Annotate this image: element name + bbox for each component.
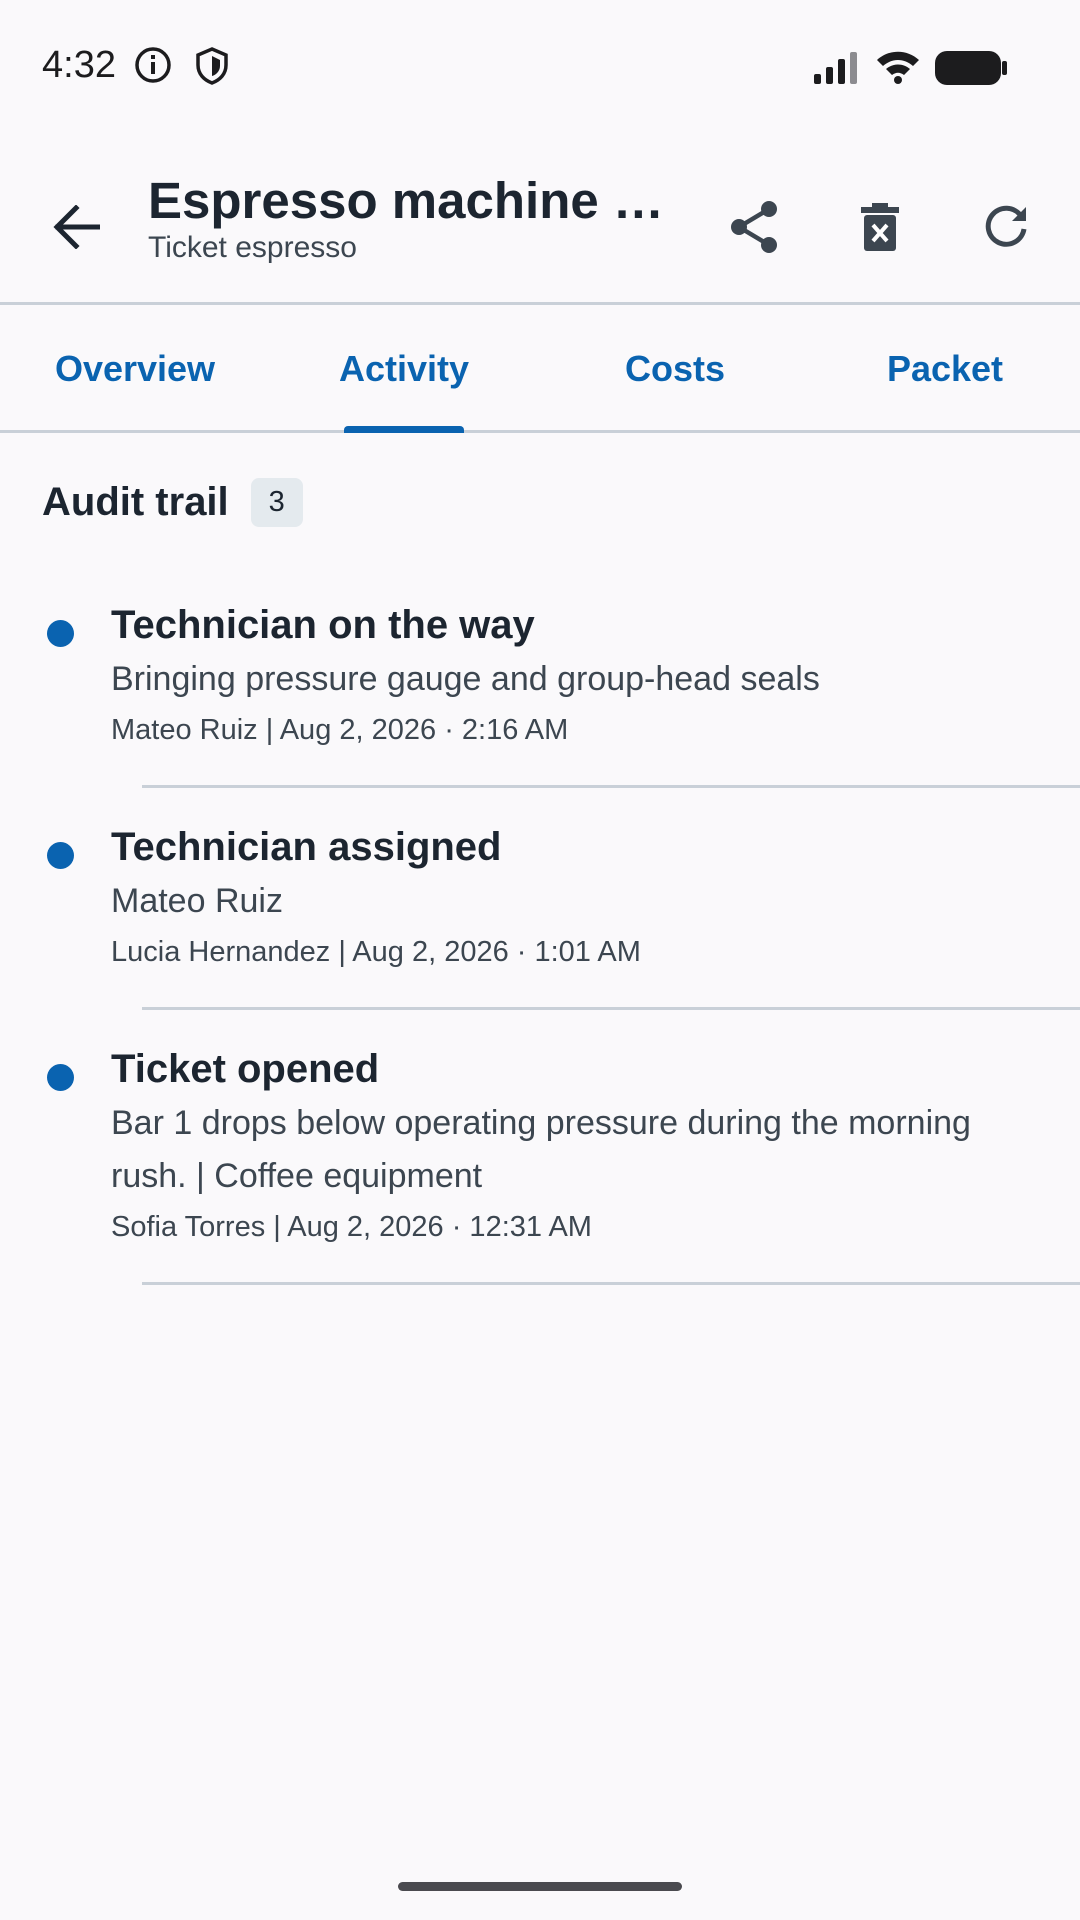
timeline-item-body: Bar 1 drops below operating pressure dur… [111, 1104, 971, 1195]
timeline-item-meta: Mateo Ruiz | Aug 2, 2026 · 2:16 AM [111, 714, 569, 746]
tab-label: Costs [624, 348, 726, 389]
tab-selected-indicator [344, 426, 464, 433]
timeline-item[interactable]: Technician on the way Bringing pressure … [0, 580, 1080, 802]
tab-activity[interactable]: Activity [339, 308, 469, 433]
refresh-button[interactable] [966, 187, 1046, 267]
tab-packet[interactable]: Packet [880, 308, 1010, 430]
share-icon [731, 201, 777, 253]
title-block: Espresso machine lo… Ticket espresso [148, 173, 678, 265]
divider [142, 1282, 1080, 1285]
delete-button[interactable] [840, 187, 920, 267]
status-time: 4:32 [42, 44, 116, 86]
audit-timeline: Technician on the way Bringing pressure … [0, 580, 1080, 1299]
signal-icon [812, 50, 860, 91]
timeline-item-body: Bringing pressure gauge and group-head s… [111, 660, 820, 698]
share-button[interactable] [714, 187, 794, 267]
tab-costs[interactable]: Costs [610, 308, 740, 430]
timeline-item-meta: Sofia Torres | Aug 2, 2026 · 12:31 AM [111, 1211, 592, 1243]
shield-icon [194, 46, 230, 91]
section-title: Audit trail [42, 479, 229, 524]
delete-icon [861, 203, 899, 251]
back-button[interactable] [40, 191, 112, 263]
wifi-icon [875, 48, 921, 91]
back-arrow-icon [53, 205, 100, 249]
timeline-dot [47, 1064, 74, 1091]
screen: 4:32 Espresso machine lo… Ticket espress… [0, 0, 1080, 1920]
status-bar: 4:32 [0, 0, 1080, 135]
info-icon [134, 46, 172, 89]
timeline-dot [47, 842, 74, 869]
tab-label: Activity [338, 348, 470, 389]
app-bar: Espresso machine lo… Ticket espresso [0, 135, 1080, 305]
timeline-item-meta: Lucia Hernandez | Aug 2, 2026 · 1:01 AM [111, 936, 641, 968]
tab-label: Packet [886, 348, 1004, 389]
tab-overview[interactable]: Overview [40, 308, 230, 430]
home-indicator[interactable] [398, 1882, 682, 1891]
timeline-item[interactable]: Technician assigned Mateo Ruiz Lucia Her… [0, 802, 1080, 1024]
divider [142, 1007, 1080, 1010]
timeline-dot [47, 620, 74, 647]
timeline-item-title: Technician on the way [111, 603, 535, 647]
page-title: Espresso machine lo… [148, 173, 678, 229]
divider [142, 785, 1080, 788]
refresh-icon [985, 205, 1027, 247]
battery-icon [934, 50, 1008, 91]
tab-bar: Overview Activity Costs Packet [0, 308, 1080, 433]
section-header: Audit trail 3 [42, 476, 303, 528]
count-badge: 3 [250, 477, 303, 527]
timeline-item-body: Mateo Ruiz [111, 882, 283, 920]
timeline-item-title: Ticket opened [111, 1047, 380, 1091]
page-subtitle: Ticket espresso [148, 231, 357, 265]
timeline-item-title: Technician assigned [111, 825, 502, 869]
tab-label: Overview [54, 348, 216, 389]
timeline-item[interactable]: Ticket opened Bar 1 drops below operatin… [0, 1024, 1080, 1299]
